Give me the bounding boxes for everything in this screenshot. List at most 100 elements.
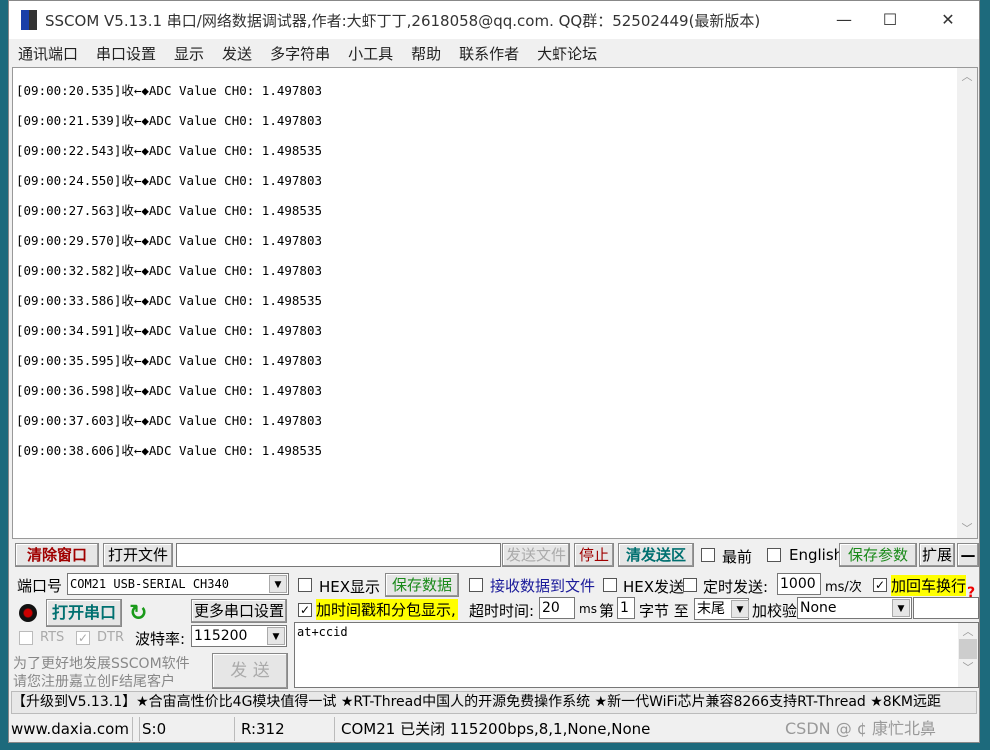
port-label: 端口号: [17, 577, 63, 595]
send-button[interactable]: 发 送: [212, 653, 288, 689]
collapse-button[interactable]: —: [957, 543, 979, 567]
scroll-up-icon[interactable]: ︿: [957, 68, 977, 84]
timestamp-label: 加时间戳和分包显示,: [316, 599, 458, 620]
chevron-down-icon[interactable]: ▼: [267, 627, 285, 645]
send-scrollbar[interactable]: ︿ ﹀: [958, 623, 978, 687]
baud-label: 波特率:: [135, 630, 186, 648]
title-bar: SSCOM V5.13.1 串口/网络数据调试器,作者:大虾丁丁,2618058…: [9, 1, 979, 39]
byte-prefix: 第: [599, 602, 615, 620]
timestamp-checkbox[interactable]: ✓: [298, 603, 312, 617]
chevron-down-icon[interactable]: ▼: [892, 599, 910, 617]
minimize-button[interactable]: —: [821, 5, 867, 35]
receive-scrollbar[interactable]: ︿ ﹀: [957, 68, 977, 538]
menu-tools[interactable]: 小工具: [339, 39, 402, 65]
byte-from-input[interactable]: 1: [617, 597, 635, 619]
hex-display-checkbox[interactable]: [298, 578, 312, 592]
clear-window-button[interactable]: 清除窗口: [15, 543, 99, 567]
port-status-led-icon: [19, 604, 37, 622]
expand-button[interactable]: 扩展: [919, 543, 955, 567]
menu-comm-port[interactable]: 通讯端口: [9, 39, 87, 65]
ad-ticker[interactable]: 【升级到V5.13.1】★合宙高性价比4G模块值得一试 ★RT-Thread中国…: [11, 691, 977, 714]
maximize-button[interactable]: ☐: [867, 5, 913, 35]
menu-forum[interactable]: 大虾论坛: [528, 39, 606, 65]
watermark: CSDN @ ¢ 康忙北鼻: [785, 719, 937, 738]
topmost-checkbox[interactable]: [701, 548, 715, 562]
receive-area[interactable]: [09:00:20.535]收←◆ADC Value CH0: 1.497803…: [12, 67, 978, 539]
send-file-button[interactable]: 发送文件: [502, 543, 570, 567]
topmost-label: 最前: [722, 548, 753, 566]
file-path-input[interactable]: [176, 543, 501, 567]
dtr-label: DTR: [97, 630, 124, 645]
menu-send[interactable]: 发送: [213, 39, 261, 65]
interval-unit: ms/次: [825, 580, 862, 595]
menu-serial-settings[interactable]: 串口设置: [87, 39, 165, 65]
status-port-state: COM21 已关闭 115200bps,8,1,None,None: [341, 720, 651, 738]
window-title: SSCOM V5.13.1 串口/网络数据调试器,作者:大虾丁丁,2618058…: [45, 12, 761, 30]
status-website[interactable]: www.daxia.com: [11, 717, 133, 741]
receive-line: [09:00:20.535]收←◆ADC Value CH0: 1.497803: [16, 83, 322, 98]
hex-send-checkbox[interactable]: [603, 578, 617, 592]
hex-send-label: HEX发送: [623, 578, 685, 596]
app-icon: [21, 10, 37, 30]
receive-line: [09:00:24.550]收←◆ADC Value CH0: 1.497803: [16, 173, 322, 188]
receive-line: [09:00:35.595]收←◆ADC Value CH0: 1.497803: [16, 353, 322, 368]
timed-send-checkbox[interactable]: [683, 578, 697, 592]
interval-input[interactable]: 1000: [777, 573, 821, 595]
recv-to-file-checkbox[interactable]: [469, 578, 483, 592]
status-bar: www.daxia.com S:0 R:312 COM21 已关闭 115200…: [9, 717, 979, 742]
timed-send-label: 定时发送:: [703, 578, 769, 596]
save-data-button[interactable]: 保存数据: [385, 573, 459, 597]
promo-line-1[interactable]: 为了更好地发展SSCOM软件: [13, 653, 190, 673]
checksum-label: 加校验: [752, 602, 798, 620]
add-crlf-checkbox[interactable]: ✓: [873, 578, 887, 592]
rts-label: RTS: [40, 630, 65, 645]
promo-line-2[interactable]: 请您注册嘉立创F结尾客户: [13, 671, 175, 691]
scroll-down-icon[interactable]: ﹀: [958, 659, 978, 675]
receive-line: [09:00:34.591]收←◆ADC Value CH0: 1.497803: [16, 323, 322, 338]
english-label: English: [789, 546, 844, 564]
english-checkbox[interactable]: [767, 548, 781, 562]
send-text-area[interactable]: at+ccid: [294, 622, 979, 688]
save-params-button[interactable]: 保存参数: [839, 543, 917, 567]
receive-line: [09:00:29.570]收←◆ADC Value CH0: 1.497803: [16, 233, 322, 248]
timeout-input[interactable]: 20: [539, 597, 575, 619]
dtr-checkbox[interactable]: ✓: [76, 631, 90, 645]
receive-line: [09:00:36.598]收←◆ADC Value CH0: 1.497803: [16, 383, 322, 398]
sscom-window: SSCOM V5.13.1 串口/网络数据调试器,作者:大虾丁丁,2618058…: [8, 0, 980, 743]
receive-line: [09:00:33.586]收←◆ADC Value CH0: 1.498535: [16, 293, 322, 308]
close-button[interactable]: ✕: [925, 5, 971, 35]
scroll-down-icon[interactable]: ﹀: [957, 520, 977, 536]
receive-log: [09:00:20.535]收←◆ADC Value CH0: 1.497803…: [16, 80, 322, 470]
receive-line: [09:00:27.563]收←◆ADC Value CH0: 1.498535: [16, 203, 322, 218]
stop-button[interactable]: 停止: [574, 543, 614, 567]
rts-checkbox[interactable]: [19, 631, 33, 645]
chevron-down-icon[interactable]: ▼: [731, 600, 749, 618]
menu-bar: 通讯端口 串口设置 显示 发送 多字符串 小工具 帮助 联系作者 大虾论坛: [9, 39, 979, 65]
more-serial-settings-button[interactable]: 更多串口设置: [191, 599, 287, 623]
scroll-up-icon[interactable]: ︿: [958, 623, 978, 639]
receive-line: [09:00:37.603]收←◆ADC Value CH0: 1.497803: [16, 413, 322, 428]
refresh-icon[interactable]: ↻: [129, 601, 147, 626]
scroll-thumb[interactable]: [959, 639, 977, 659]
checksum-value-input[interactable]: [913, 597, 979, 619]
open-port-button[interactable]: 打开串口: [46, 599, 122, 627]
receive-line: [09:00:21.539]收←◆ADC Value CH0: 1.497803: [16, 113, 322, 128]
open-file-button[interactable]: 打开文件: [103, 543, 173, 567]
menu-help[interactable]: 帮助: [402, 39, 450, 65]
status-sent-count: S:0: [139, 717, 235, 741]
port-select[interactable]: COM21 USB-SERIAL CH340: [67, 573, 289, 595]
receive-line: [09:00:32.582]收←◆ADC Value CH0: 1.497803: [16, 263, 322, 278]
timeout-unit: ms: [579, 602, 597, 616]
hex-display-label: HEX显示: [319, 578, 381, 596]
menu-contact[interactable]: 联系作者: [450, 39, 528, 65]
receive-line: [09:00:22.543]收←◆ADC Value CH0: 1.498535: [16, 143, 322, 158]
menu-display[interactable]: 显示: [165, 39, 213, 65]
byte-suffix: 字节 至: [639, 602, 689, 620]
menu-multi-string[interactable]: 多字符串: [261, 39, 339, 65]
status-recv-count: R:312: [239, 717, 335, 741]
recv-to-file-label: 接收数据到文件: [490, 577, 596, 595]
chevron-down-icon[interactable]: ▼: [269, 575, 287, 593]
add-crlf-label: 加回车换行: [891, 575, 967, 596]
clear-send-button[interactable]: 清发送区: [618, 543, 694, 567]
receive-line: [09:00:38.606]收←◆ADC Value CH0: 1.498535: [16, 443, 322, 458]
